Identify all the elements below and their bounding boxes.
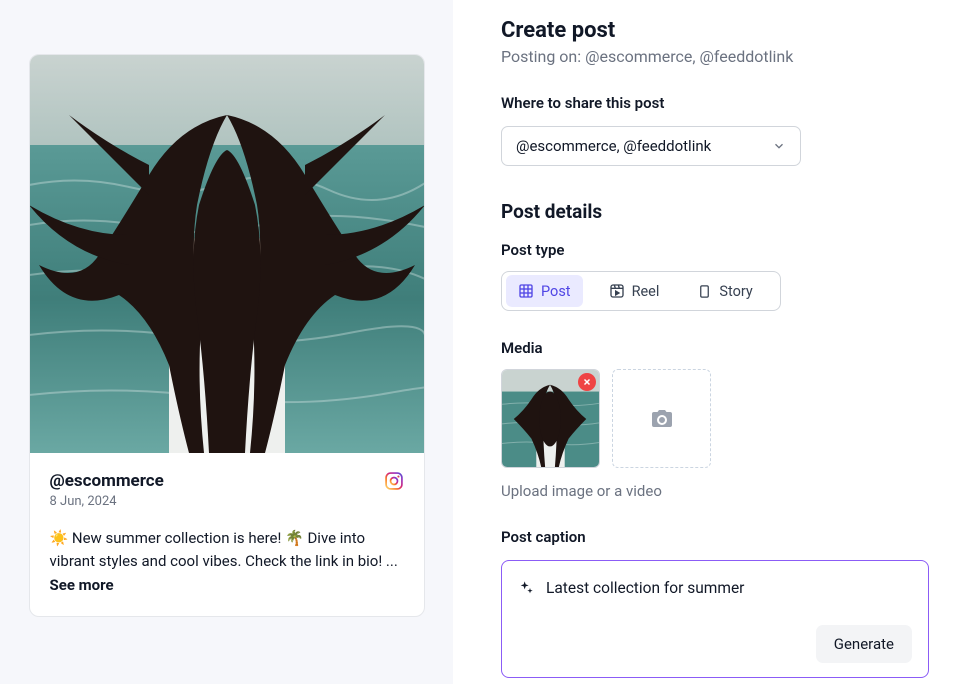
chevron-down-icon [772,139,786,153]
share-select-value: @escommerce, @feeddotlink [516,137,711,155]
post-type-reel[interactable]: Reel [597,275,672,307]
media-label: Media [501,339,937,357]
preview-caption: ☀️ New summer collection is here! 🌴 Dive… [50,527,404,572]
share-select[interactable]: @escommerce, @feeddotlink [501,126,801,166]
media-row [501,369,937,468]
close-icon [582,377,592,387]
media-helper: Upload image or a video [501,482,937,500]
reel-icon [609,283,625,299]
remove-media-button[interactable] [578,373,596,391]
share-label: Where to share this post [501,94,937,112]
story-icon [697,284,712,299]
page-title: Create post [501,18,937,43]
preview-image [30,55,424,453]
generate-button[interactable]: Generate [816,625,912,663]
preview-panel: @escommerce 8 Jun, 2024 ☀️ New summer co… [0,0,453,684]
post-details-title: Post details [501,200,937,223]
see-more-link[interactable]: See more [50,576,404,594]
preview-handle: @escommerce [50,471,164,491]
post-type-post[interactable]: Post [506,275,583,307]
post-type-label: Post type [501,241,937,259]
upload-media-button[interactable] [612,369,711,468]
posting-on-subtitle: Posting on: @escommerce, @feeddotlink [501,47,937,66]
caption-input[interactable] [546,579,912,597]
post-type-group: Post Reel Story [501,271,781,311]
post-type-story[interactable]: Story [685,275,764,307]
grid-icon [518,283,534,299]
caption-box: Generate [501,560,929,678]
preview-date: 8 Jun, 2024 [50,494,164,509]
preview-body: @escommerce 8 Jun, 2024 ☀️ New summer co… [30,453,424,616]
form-panel: Create post Posting on: @escommerce, @fe… [453,0,971,684]
camera-icon [650,407,674,431]
media-thumbnail[interactable] [501,369,600,468]
instagram-icon [384,471,404,491]
post-preview-card: @escommerce 8 Jun, 2024 ☀️ New summer co… [29,54,425,617]
sparkle-icon [518,580,534,596]
caption-label: Post caption [501,528,937,546]
